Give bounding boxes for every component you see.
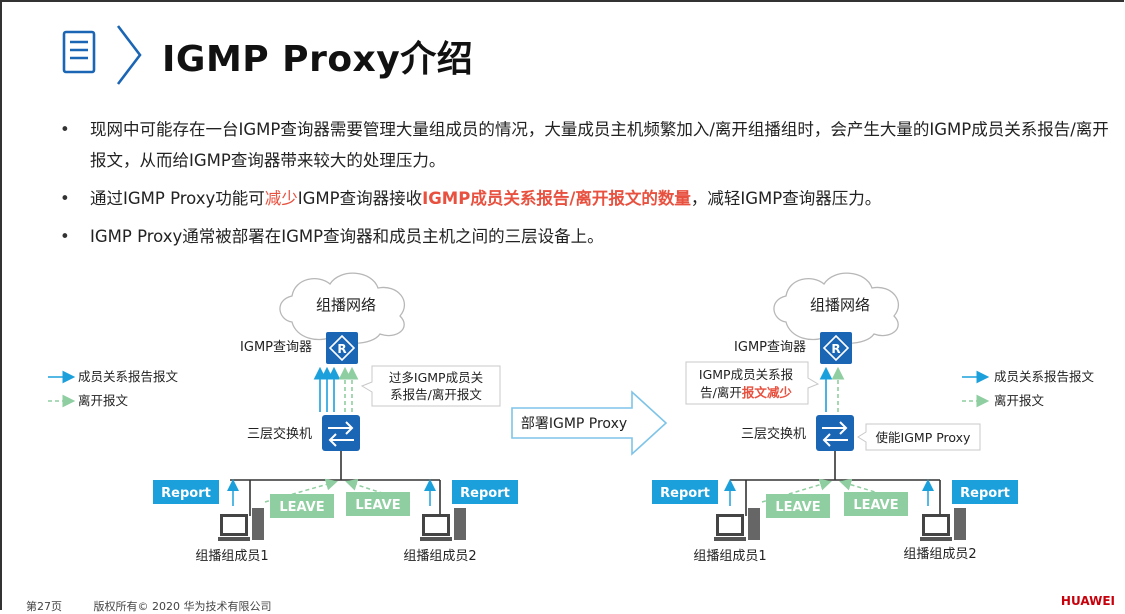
bullet-2-text: ，减轻IGMP查询器压力。	[690, 189, 882, 208]
computer-icon	[218, 508, 264, 541]
copyright: 版权所有© 2020 华为技术有限公司	[93, 600, 272, 613]
bullet-list: 现网中可能存在一台IGMP查询器需要管理大量组成员的情况，大量成员主机频繁加入/…	[60, 114, 1110, 259]
report-label: Report	[660, 486, 710, 501]
callout-line-2: 系报告/离开报文	[390, 387, 482, 402]
emphasis-reduce: 减少	[264, 189, 298, 208]
deploy-label: 部署IGMP Proxy	[521, 416, 627, 432]
page-number: 第27页	[26, 600, 62, 613]
member-2-label: 组播组成员2	[903, 547, 976, 562]
legend-report: 成员关系报告报文	[994, 369, 1095, 384]
computer-icon	[920, 508, 966, 541]
callout-line-2: 告/离开报文减少	[700, 385, 792, 400]
cloud-label: 组播网络	[316, 296, 376, 314]
leave-label: LEAVE	[775, 500, 820, 515]
leave-label: LEAVE	[355, 498, 400, 513]
callout-line-1: 过多IGMP成员关	[389, 370, 483, 385]
bullet-2: 通过IGMP Proxy功能可减少IGMP查询器接收IGMP成员关系报告/离开报…	[60, 183, 1110, 214]
querier-label: IGMP查询器	[240, 340, 312, 355]
cloud-label: 组播网络	[810, 296, 870, 314]
leave-label: LEAVE	[853, 498, 898, 513]
report-label: Report	[460, 486, 510, 501]
chevron-right-icon	[116, 25, 142, 85]
emphasis-count: IGMP成员关系报告/离开报文的数量	[422, 189, 691, 208]
bullet-3: IGMP Proxy通常被部署在IGMP查询器和成员主机之间的三层设备上。	[60, 221, 1110, 252]
huawei-logo: HUAWEI	[1060, 594, 1115, 608]
footer: 第27页 版权所有© 2020 华为技术有限公司	[26, 598, 300, 614]
right-diagram: 组播网络 R IGMP查询器 IGMP成员关系报 告/离开报文减少 三层交换机 …	[652, 272, 1095, 564]
leave-label: LEAVE	[279, 500, 324, 515]
querier-label: IGMP查询器	[734, 340, 806, 355]
legend-report: 成员关系报告报文	[78, 369, 179, 384]
deploy-arrow: 部署IGMP Proxy	[511, 390, 668, 456]
legend-leave: 离开报文	[994, 393, 1045, 408]
computer-icon	[420, 508, 466, 541]
enable-proxy-label: 使能IGMP Proxy	[876, 430, 972, 445]
bullet-1: 现网中可能存在一台IGMP查询器需要管理大量组成员的情况，大量成员主机频繁加入/…	[60, 114, 1110, 176]
bullet-2-text: IGMP查询器接收	[297, 189, 423, 208]
switch-icon	[816, 415, 854, 451]
computer-icon	[714, 508, 760, 541]
member-1-label: 组播组成员1	[195, 549, 268, 564]
svg-text:R: R	[337, 342, 346, 356]
member-2-label: 组播组成员2	[403, 549, 476, 564]
left-diagram: 组播网络 R IGMP查询器 过多IGMP成员关 系报告/离开报文 三层交换机 …	[48, 272, 518, 564]
network-diagram: 组播网络 R IGMP查询器 过多IGMP成员关 系报告/离开报文 三层交换机 …	[48, 272, 1095, 564]
document-icon	[62, 30, 96, 74]
member-1-label: 组播组成员1	[693, 549, 766, 564]
legend-leave: 离开报文	[78, 393, 129, 408]
svg-text:R: R	[831, 342, 840, 356]
callout-emphasis: 报文减少	[742, 385, 793, 400]
report-label: Report	[960, 486, 1010, 501]
switch-icon	[322, 415, 360, 451]
bullet-2-text: 通过IGMP Proxy功能可	[90, 189, 265, 208]
switch-label: 三层交换机	[247, 426, 312, 442]
page-title: IGMP Proxy介绍	[162, 39, 474, 80]
report-label: Report	[161, 486, 211, 501]
switch-label: 三层交换机	[741, 426, 806, 442]
callout-text: 告/离开	[700, 385, 742, 400]
callout-line-1: IGMP成员关系报	[699, 367, 794, 382]
